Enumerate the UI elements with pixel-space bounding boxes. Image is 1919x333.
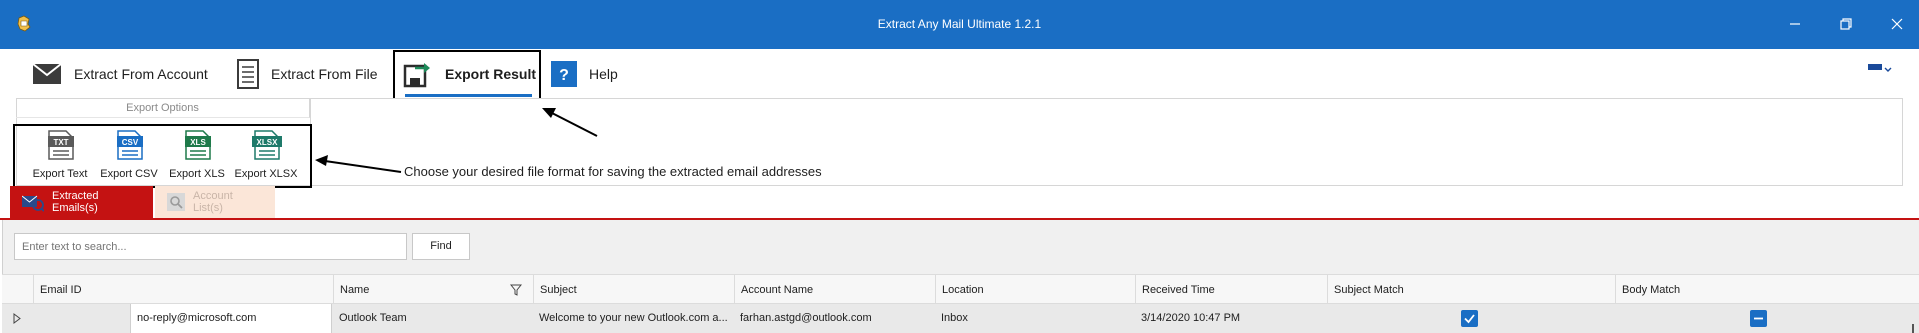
cell-location: Inbox [941,312,968,324]
column-header-subject-match[interactable]: Subject Match [1327,275,1615,305]
scrollbar-thumb[interactable] [1912,324,1914,333]
cell-name: Outlook Team [339,312,407,324]
column-header-body-match[interactable]: Body Match [1615,275,1919,305]
cell-received-time: 3/14/2020 10:47 PM [1141,312,1241,324]
column-header-received-time[interactable]: Received Time [1135,275,1327,305]
cell-account-name: farhan.astgd@outlook.com [740,312,872,324]
cell-subject: Welcome to your new Outlook.com a... [539,312,728,324]
column-header-email-id[interactable]: Email ID [33,275,333,305]
tab-label: Extracted Emails(s) [52,190,99,214]
column-header-location[interactable]: Location [935,275,1135,305]
column-header-name[interactable]: Name [333,275,533,305]
tab-account-lists[interactable]: Account List(s) [155,186,275,218]
grid-header: Email ID Name Subject Account Name Locat… [2,274,1919,305]
filter-icon[interactable] [510,284,522,296]
tab-extracted-emails[interactable]: Extracted Emails(s) [10,186,153,218]
results-tabs: Extracted Emails(s) Account List(s) [0,186,1919,220]
arrow-to-export-formats [315,155,402,173]
annotation-text: Choose your desired file format for savi… [404,164,822,179]
column-header-subject[interactable]: Subject [533,275,734,305]
account-search-icon [167,193,185,211]
column-header-label: Name [340,284,370,296]
email-list-icon [22,192,44,212]
subject-match-checkbox[interactable] [1461,310,1478,327]
search-input[interactable] [14,233,407,260]
column-header-account-name[interactable]: Account Name [734,275,935,305]
body-match-checkbox[interactable] [1750,310,1767,327]
row-pointer-icon [13,313,21,324]
arrow-to-export-result [542,108,598,137]
find-button[interactable]: Find [412,233,470,260]
tab-label: Account List(s) [193,190,233,214]
cell-email-id[interactable]: no-reply@microsoft.com [130,304,332,333]
row-indicator-header [2,275,33,305]
checkmark-icon [1464,314,1475,324]
table-row[interactable]: no-reply@microsoft.com Outlook Team Welc… [2,304,1919,333]
indeterminate-icon [1754,317,1763,320]
